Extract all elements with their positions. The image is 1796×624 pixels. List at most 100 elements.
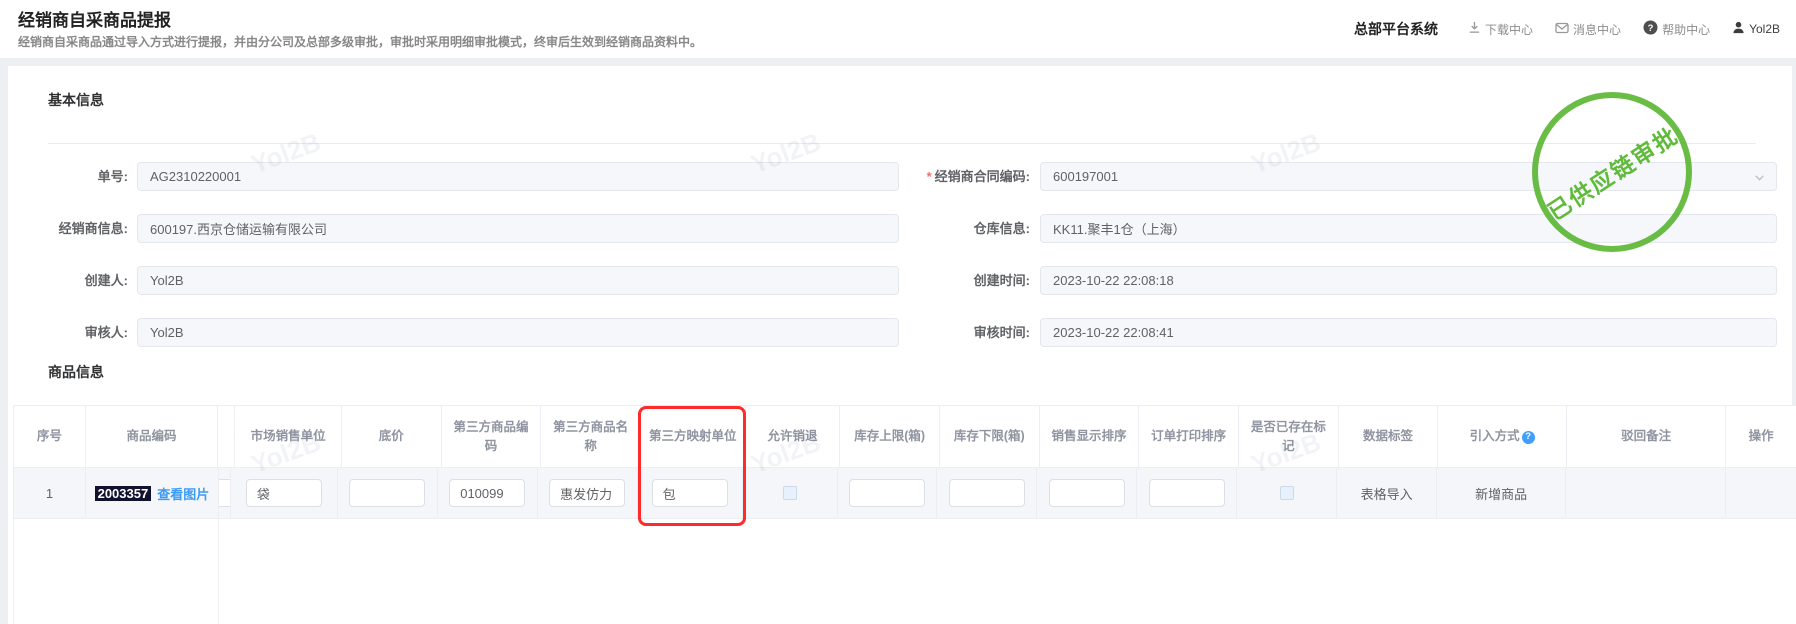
order-no-input[interactable]: AG2310220001 — [137, 162, 899, 191]
cell-third-unit: 包 — [637, 468, 743, 519]
col-header-index: 序号 — [14, 406, 86, 468]
cell-floor-price — [337, 468, 438, 519]
cell-index: 1 — [14, 468, 86, 519]
main-card: 基本信息 单号: AG2310220001 * 经销商合同编码: 60019700… — [8, 66, 1796, 624]
sale-sort-input[interactable] — [1048, 479, 1125, 507]
nav-message-center[interactable]: 消息中心 — [1555, 21, 1621, 38]
section-title-basic-info: 基本信息 — [48, 92, 104, 108]
top-nav: 总部平台系统 下载中心 消息中心 ? 帮助中心 Yol2B — [1354, 0, 1780, 58]
col-header-third-name: 第三方商品名称 — [541, 406, 641, 468]
stock-lower-input[interactable] — [948, 479, 1025, 507]
cell-allow-return — [742, 468, 838, 519]
field-label: 单号: — [97, 169, 128, 184]
page-title: 经销商自采商品提报 — [18, 11, 171, 30]
field-order-no: 单号: AG2310220001 — [8, 162, 899, 192]
audit-time-input[interactable]: 2023-10-22 22:08:41 — [1040, 318, 1777, 347]
system-name: 总部平台系统 — [1354, 21, 1439, 37]
col-header-stock-upper: 库存上限(箱) — [840, 406, 940, 468]
product-code-highlighted: 2003357 — [94, 485, 152, 501]
field-label: 审核时间: — [973, 325, 1030, 340]
cell-action — [1725, 468, 1796, 519]
col-header-floor-price: 底价 — [341, 406, 442, 468]
print-sort-input[interactable] — [1148, 479, 1225, 507]
col-header-third-code: 第三方商品编码 — [441, 406, 542, 468]
cell-market-unit: 袋 — [230, 468, 338, 519]
product-table: 序号 商品编码 市场销售单位 底价 第三方商品编码 第三方商品名称 第三方映射单… — [13, 405, 1796, 624]
creator-input[interactable]: Yol2B — [137, 266, 899, 295]
col-header-action: 操作 — [1726, 406, 1796, 468]
cell-print-sort — [1137, 468, 1238, 519]
cell-exist-flag — [1237, 468, 1338, 519]
cell-third-code: 010099 — [437, 468, 538, 519]
top-header-bar: 经销商自采商品提报 经销商自采商品通过导入方式进行提报，并由分公司及总部多级审批… — [0, 0, 1796, 58]
floor-price-input[interactable] — [349, 479, 426, 507]
col-header-reject-remark: 驳回备注 — [1566, 406, 1727, 468]
field-label: 审核人: — [84, 325, 128, 340]
field-label: 创建时间: — [973, 273, 1030, 288]
page-subtitle: 经销商自采商品通过导入方式进行提报，并由分公司及总部多级审批，审批时采用明细审批… — [18, 35, 703, 49]
col-header-sale-sort: 销售显示排序 — [1039, 406, 1140, 468]
col-header-exist-flag: 是否已存在标记 — [1238, 406, 1339, 468]
cell-stock-upper — [837, 468, 938, 519]
third-name-input[interactable]: 惠发仿力 — [549, 479, 626, 507]
table-header-row: 序号 商品编码 市场销售单位 底价 第三方商品编码 第三方商品名称 第三方映射单… — [14, 406, 1796, 468]
download-icon — [1468, 21, 1481, 37]
page: 经销商自采商品提报 经销商自采商品通过导入方式进行提报，并由分公司及总部多级审批… — [0, 0, 1796, 624]
field-dealer-info: 经销商信息: 600197.西京仓储运输有限公司 — [8, 214, 899, 244]
field-creator: 创建人: Yol2B — [8, 266, 899, 296]
help-icon: ? — [1643, 20, 1658, 38]
field-contract-code: * 经销商合同编码: 600197001 — [830, 162, 1777, 192]
svg-text:?: ? — [1648, 23, 1654, 34]
required-mark: * — [926, 169, 932, 184]
col-header-print-sort: 订单打印排序 — [1139, 406, 1239, 468]
clipped-input[interactable] — [218, 479, 230, 507]
contract-code-select[interactable]: 600197001 — [1040, 162, 1777, 191]
cell-third-name: 惠发仿力 — [537, 468, 638, 519]
field-auditor: 审核人: Yol2B — [8, 318, 899, 348]
field-warehouse-info: 仓库信息: KK11.聚丰1仓（上海） — [830, 214, 1777, 244]
create-time-input[interactable]: 2023-10-22 22:08:18 — [1040, 266, 1777, 295]
field-label: 仓库信息: — [973, 221, 1030, 236]
dealer-info-input[interactable]: 600197.西京仓储运输有限公司 — [137, 214, 899, 243]
market-unit-input[interactable]: 袋 — [245, 479, 322, 507]
section-title-product-info: 商品信息 — [48, 364, 104, 380]
col-header-stock-lower: 库存下限(箱) — [939, 406, 1040, 468]
view-image-link[interactable]: 查看图片 — [157, 484, 209, 503]
col-header-third-unit: 第三方映射单位 — [640, 406, 746, 468]
field-label: 经销商合同编码: — [934, 169, 1030, 184]
col-header-allow-return: 允许销退 — [745, 406, 841, 468]
chevron-down-icon — [1753, 171, 1766, 187]
field-audit-time: 审核时间: 2023-10-22 22:08:41 — [830, 318, 1777, 348]
field-label: 经销商信息: — [58, 221, 128, 236]
third-unit-input[interactable]: 包 — [651, 479, 728, 507]
exist-flag-checkbox[interactable] — [1279, 486, 1294, 500]
cell-data-tag: 表格导入 — [1337, 468, 1438, 519]
message-icon — [1555, 22, 1569, 37]
cell-reject-remark — [1566, 468, 1726, 519]
field-create-time: 创建时间: 2023-10-22 22:08:18 — [830, 266, 1777, 296]
allow-return-checkbox[interactable] — [782, 486, 797, 500]
cell-sale-sort — [1037, 468, 1138, 519]
cell-stock-lower — [937, 468, 1038, 519]
field-label: 创建人: — [84, 273, 128, 288]
table-row: 1 2003357 查看图片 袋 010099 惠发仿力 包 表格导入 新增商品 — [14, 468, 1796, 519]
nav-help-center[interactable]: ? 帮助中心 — [1643, 20, 1710, 38]
table-fixed-column-area — [14, 519, 219, 624]
col-header-import-way: 引入方式? — [1438, 406, 1567, 468]
auditor-input[interactable]: Yol2B — [137, 318, 899, 347]
help-circle-icon[interactable]: ? — [1521, 430, 1535, 444]
nav-user-account[interactable]: Yol2B — [1732, 21, 1780, 37]
third-code-input[interactable]: 010099 — [449, 479, 526, 507]
section-divider — [48, 143, 1756, 144]
cell-clipped — [218, 468, 231, 519]
col-header-market-unit: 市场销售单位 — [235, 406, 342, 468]
cell-import-way: 新增商品 — [1437, 468, 1567, 519]
col-header-clipped — [218, 406, 236, 468]
user-icon — [1732, 21, 1745, 37]
nav-download-center[interactable]: 下载中心 — [1468, 21, 1533, 38]
stock-upper-input[interactable] — [848, 479, 925, 507]
col-header-data-tag: 数据标签 — [1338, 406, 1439, 468]
col-header-product-code: 商品编码 — [85, 406, 219, 468]
cell-product-code: 2003357 查看图片 — [85, 468, 219, 519]
warehouse-info-input[interactable]: KK11.聚丰1仓（上海） — [1040, 214, 1777, 243]
